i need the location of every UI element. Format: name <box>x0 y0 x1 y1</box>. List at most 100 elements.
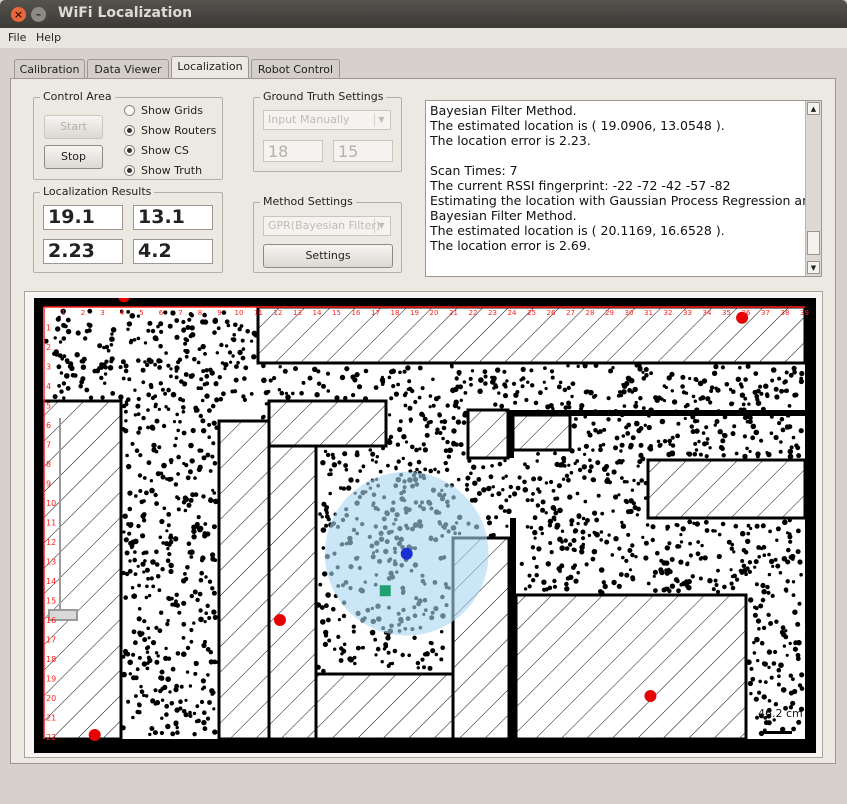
cs-point <box>123 537 129 543</box>
cs-point <box>128 559 132 563</box>
cs-point <box>424 432 430 438</box>
cs-point <box>344 467 349 472</box>
show-truth-radio[interactable] <box>124 165 135 176</box>
cs-point <box>784 370 789 375</box>
cs-point <box>168 458 174 463</box>
cs-point <box>745 419 750 424</box>
cs-point <box>538 390 543 396</box>
cs-point <box>348 477 354 483</box>
log-text: Bayesian Filter Method. The estimated lo… <box>430 103 818 253</box>
cs-point <box>495 367 501 373</box>
cs-point <box>109 336 115 342</box>
scroll-up-icon[interactable]: ▲ <box>807 102 820 115</box>
show-cs-radio[interactable] <box>124 145 135 156</box>
cs-point <box>232 333 236 337</box>
cs-point <box>189 555 194 559</box>
cs-point <box>591 448 595 452</box>
cs-point <box>768 529 772 534</box>
ground-truth-x-input[interactable]: 18 <box>263 140 323 162</box>
cs-point <box>687 519 693 525</box>
show-grids-radio[interactable] <box>124 105 135 116</box>
cs-point <box>136 616 142 622</box>
cs-point <box>574 417 578 421</box>
cs-point <box>133 640 138 646</box>
ground-truth-settings-group: Ground Truth Settings Input Manually ▼ 18… <box>253 90 402 172</box>
cs-point <box>158 535 163 540</box>
cs-point <box>178 420 182 424</box>
cs-point <box>192 356 197 362</box>
cs-point <box>776 682 781 687</box>
cs-point <box>125 453 129 458</box>
cs-point <box>745 446 749 451</box>
cs-point <box>792 609 798 615</box>
tab-calibration[interactable]: Calibration <box>14 59 85 79</box>
cs-point <box>747 680 754 687</box>
cs-point <box>753 371 759 376</box>
cs-point <box>126 699 131 704</box>
cs-point <box>679 540 684 544</box>
cs-point <box>695 551 701 557</box>
cs-point <box>783 558 787 562</box>
cs-point <box>720 438 726 444</box>
cs-point <box>573 578 579 584</box>
ground-truth-y-input[interactable]: 15 <box>333 140 393 162</box>
tab-localization[interactable]: Localization <box>171 56 249 80</box>
cs-point <box>144 595 149 600</box>
settings-button[interactable]: Settings <box>263 244 393 268</box>
x-tick-label: 20 <box>430 309 439 317</box>
cs-point <box>570 394 574 399</box>
menu-help[interactable]: Help <box>36 31 61 44</box>
tab-robot-control[interactable]: Robot Control <box>251 59 340 79</box>
minimize-window-button[interactable]: – <box>31 7 46 22</box>
cs-point <box>655 550 660 556</box>
cs-point <box>198 413 203 419</box>
log-scrollbar[interactable]: ▲ ▼ <box>805 101 821 276</box>
cs-point <box>525 498 530 503</box>
cs-point <box>291 391 295 396</box>
cs-point <box>103 372 108 376</box>
log-output-textarea[interactable]: Bayesian Filter Method. The estimated lo… <box>425 100 822 277</box>
menu-file[interactable]: File <box>8 31 26 44</box>
cs-point <box>164 712 169 717</box>
cs-point <box>670 443 676 448</box>
cs-point <box>779 440 783 444</box>
cs-point <box>750 676 756 682</box>
scroll-down-icon[interactable]: ▼ <box>807 261 820 274</box>
cs-point <box>326 617 331 623</box>
cs-point <box>325 452 331 458</box>
cs-point <box>770 378 775 383</box>
close-window-button[interactable]: × <box>11 7 26 22</box>
cs-point <box>788 539 793 544</box>
show-routers-radio[interactable] <box>124 125 135 136</box>
cs-point <box>170 602 175 607</box>
cs-point <box>722 584 727 590</box>
cs-point <box>708 446 712 450</box>
cs-point <box>693 441 698 446</box>
cs-point <box>616 583 622 589</box>
cs-point <box>193 492 199 497</box>
cs-point <box>591 477 597 483</box>
tab-data-viewer[interactable]: Data Viewer <box>87 59 169 79</box>
cs-point <box>351 624 356 629</box>
cs-point <box>628 568 633 572</box>
scroll-thumb[interactable] <box>807 231 820 255</box>
floor-map[interactable]: 1 2 3 4 5 6 7 8 9 10 11 12 13 14 15 16 17 18 19 20 21 22 23 24 2… <box>34 298 816 753</box>
ground-truth-mode-select[interactable]: Input Manually ▼ <box>263 110 391 130</box>
cs-point <box>757 627 761 631</box>
cs-point <box>577 467 583 473</box>
cs-point <box>337 618 341 622</box>
obstacle-left <box>41 399 123 741</box>
cs-point <box>124 419 128 423</box>
method-select[interactable]: GPR(Bayesian Filter) ▼ <box>263 216 391 236</box>
cs-point <box>547 523 553 528</box>
cs-point <box>83 336 88 341</box>
cs-point <box>749 526 753 531</box>
cs-point <box>620 476 624 480</box>
start-button[interactable]: Start <box>44 115 103 139</box>
cs-point <box>386 664 391 668</box>
cs-point <box>211 609 217 615</box>
stop-button[interactable]: Stop <box>44 145 103 169</box>
cs-point <box>508 494 512 499</box>
cs-point <box>240 338 245 343</box>
cs-point <box>602 583 608 590</box>
